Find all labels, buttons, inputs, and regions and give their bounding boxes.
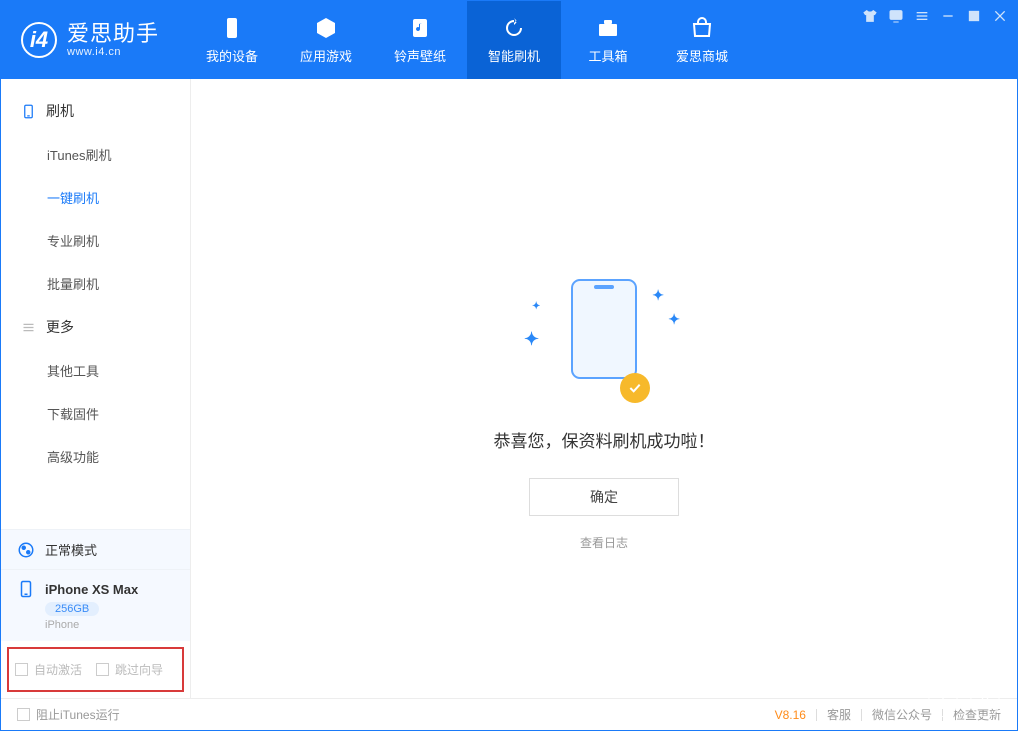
sidebar-item-pro-flash[interactable]: 专业刷机 [1, 219, 190, 262]
feedback-icon[interactable] [888, 8, 904, 24]
option-block-itunes[interactable]: 阻止iTunes运行 [17, 706, 120, 723]
logo[interactable]: i4 爱思助手 www.i4.cn [1, 22, 185, 58]
checkbox-icon [96, 663, 109, 676]
footer-link-wechat[interactable]: 微信公众号 [872, 706, 932, 723]
nav-toolbox[interactable]: 工具箱 [561, 1, 655, 79]
checkbox-icon [17, 708, 30, 721]
device-icon [17, 580, 35, 598]
nav-label: 工具箱 [589, 46, 628, 65]
sidebar-item-oneclick-flash[interactable]: 一键刷机 [1, 176, 190, 219]
header-right-buttons [928, 687, 1000, 717]
footer: 阻止iTunes运行 V8.16 客服 微信公众号 检查更新 [1, 698, 1017, 730]
nav-my-device[interactable]: 我的设备 [185, 1, 279, 79]
success-message: 恭喜您，保资料刷机成功啦！ [494, 427, 715, 452]
sidebar-item-batch-flash[interactable]: 批量刷机 [1, 262, 190, 305]
sidebar-item-itunes-flash[interactable]: iTunes刷机 [1, 133, 190, 176]
maximize-icon[interactable] [966, 8, 982, 24]
option-label: 阻止iTunes运行 [36, 706, 120, 723]
group-label: 刷机 [46, 101, 74, 121]
sidebar-item-other-tools[interactable]: 其他工具 [1, 349, 190, 392]
cube-icon [314, 16, 338, 40]
brand-url: www.i4.cn [67, 46, 159, 58]
nav-label: 爱思商城 [676, 46, 728, 65]
download-button[interactable] [928, 687, 958, 717]
option-auto-activate[interactable]: 自动激活 [15, 661, 82, 678]
nav-flash[interactable]: 智能刷机 [467, 1, 561, 79]
option-label: 自动激活 [34, 661, 82, 678]
menu-icon[interactable] [914, 8, 930, 24]
check-badge-icon [620, 373, 650, 403]
download-icon [935, 694, 951, 710]
main-content: ✦ ✦ ✦ ✦ 恭喜您，保资料刷机成功啦！ 确定 查看日志 [191, 79, 1017, 698]
device-info-card[interactable]: iPhone XS Max 256GB iPhone [1, 569, 190, 641]
nav-label: 我的设备 [206, 46, 258, 65]
device-name: iPhone XS Max [45, 582, 138, 597]
logo-icon: i4 [21, 22, 57, 58]
app-header: i4 爱思助手 www.i4.cn 我的设备 应用游戏 铃声壁纸 智能刷机 工具… [1, 1, 1017, 79]
checkbox-icon [15, 663, 28, 676]
nav-store[interactable]: 爱思商城 [655, 1, 749, 79]
footer-link-support[interactable]: 客服 [827, 706, 851, 723]
user-icon [977, 694, 993, 710]
toolbox-icon [596, 16, 620, 40]
menu-icon [21, 320, 36, 335]
close-icon[interactable] [992, 8, 1008, 24]
mode-icon [17, 541, 35, 559]
sidebar-group-flash: 刷机 [1, 89, 190, 133]
device-mode-card[interactable]: 正常模式 [1, 529, 190, 569]
device-type: iPhone [45, 619, 174, 631]
view-log-link[interactable]: 查看日志 [580, 534, 628, 551]
shirt-icon[interactable] [862, 8, 878, 24]
ok-button[interactable]: 确定 [529, 478, 679, 516]
minimize-icon[interactable] [940, 8, 956, 24]
nav-ringtones[interactable]: 铃声壁纸 [373, 1, 467, 79]
refresh-icon [502, 16, 526, 40]
top-nav: 我的设备 应用游戏 铃声壁纸 智能刷机 工具箱 爱思商城 [185, 1, 749, 79]
success-illustration: ✦ ✦ ✦ ✦ [524, 279, 684, 399]
nav-apps-games[interactable]: 应用游戏 [279, 1, 373, 79]
music-icon [408, 16, 432, 40]
brand-name: 爱思助手 [67, 22, 159, 46]
version-label: V8.16 [775, 708, 806, 722]
phone-icon [21, 104, 36, 119]
mode-label: 正常模式 [45, 540, 97, 559]
sidebar-group-more: 更多 [1, 305, 190, 349]
group-label: 更多 [46, 317, 74, 337]
sidebar-item-advanced[interactable]: 高级功能 [1, 435, 190, 478]
option-label: 跳过向导 [115, 661, 163, 678]
store-icon [690, 16, 714, 40]
account-button[interactable] [970, 687, 1000, 717]
title-bar-controls [862, 8, 1008, 24]
flash-options-highlight: 自动激活 跳过向导 [7, 647, 184, 692]
nav-label: 铃声壁纸 [394, 46, 446, 65]
nav-label: 智能刷机 [488, 46, 540, 65]
sidebar: 刷机 iTunes刷机 一键刷机 专业刷机 批量刷机 更多 其他工具 下载固件 … [1, 79, 191, 698]
device-capacity: 256GB [45, 602, 99, 616]
sidebar-item-download-firmware[interactable]: 下载固件 [1, 392, 190, 435]
nav-label: 应用游戏 [300, 46, 352, 65]
device-icon [220, 16, 244, 40]
option-skip-guide[interactable]: 跳过向导 [96, 661, 163, 678]
